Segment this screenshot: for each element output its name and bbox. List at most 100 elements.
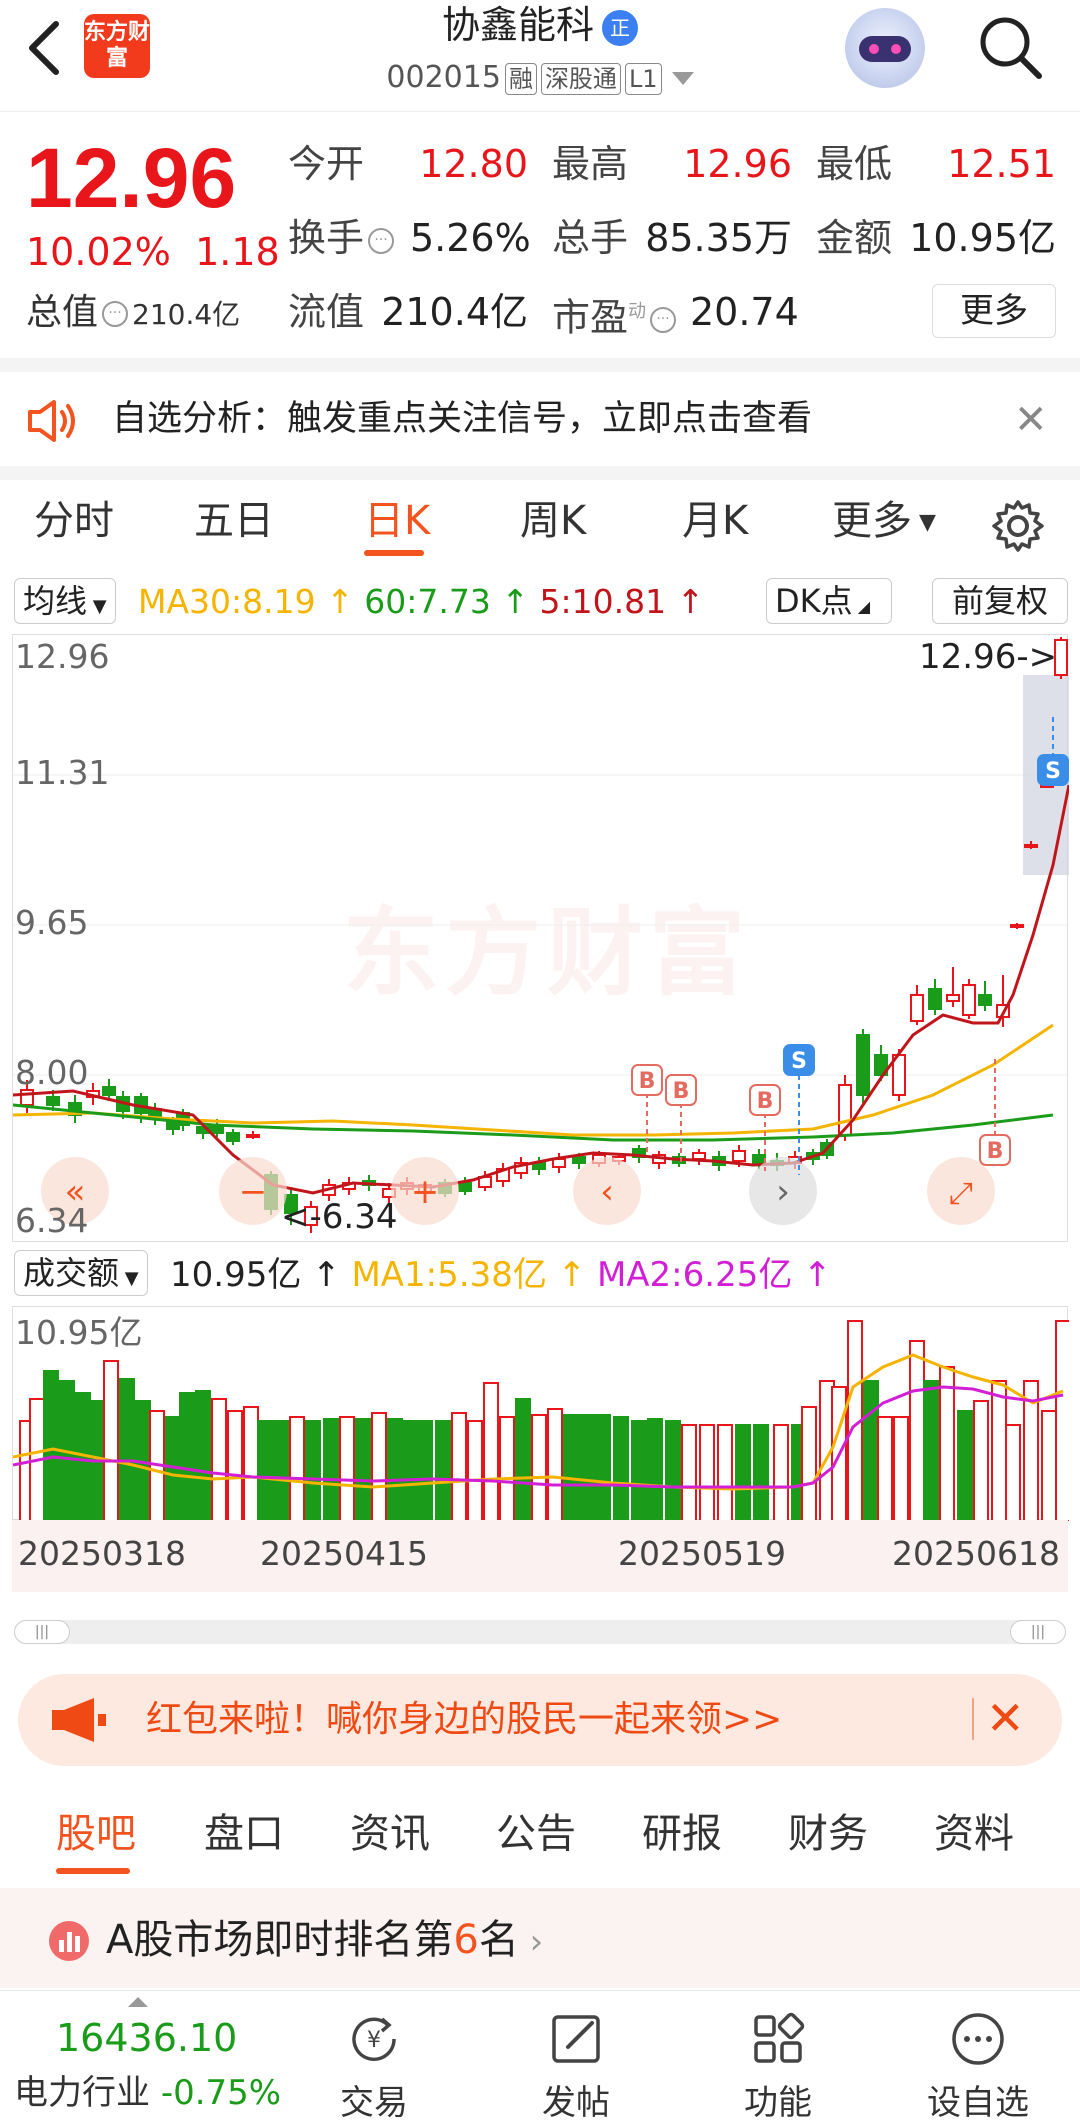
analysis-notice[interactable]: 自选分析：触发重点关注信号，立即点击查看 ✕	[0, 374, 1080, 466]
add-watchlist-button[interactable]: 设自选	[908, 1991, 1048, 2125]
more-stats-button[interactable]: 更多	[932, 284, 1056, 338]
volume-bar	[371, 1412, 387, 1521]
total-value-label: 总值	[26, 292, 99, 333]
volume-bar	[909, 1340, 925, 1521]
indicator-row: 均线 ▼ MA30:8.19 ↑ 60:7.73 ↑ 5:10.81 ↑ DK点…	[0, 572, 1080, 632]
tab-finance[interactable]: 财务	[788, 1808, 868, 1860]
volume-select[interactable]: 成交额 ▼	[14, 1250, 148, 1296]
stat-label-volume: 总手	[552, 216, 629, 260]
volume-bar	[435, 1420, 451, 1521]
volume-bar	[451, 1412, 467, 1521]
volume-bar	[387, 1418, 403, 1521]
info-icon[interactable]: ···	[368, 227, 395, 254]
tab-forum[interactable]: 股吧	[56, 1808, 136, 1860]
notice-close-icon[interactable]: ✕	[1014, 398, 1048, 442]
volume-values: 10.95亿 ↑ MA1:5.38亿 ↑ MA2:6.25亿 ↑	[170, 1255, 832, 1295]
trade-yen-icon: ¥	[352, 2017, 396, 2061]
y-axis-label: 9.65	[15, 903, 89, 942]
svg-text:‹: ‹	[600, 1172, 614, 1212]
chevron-down-icon[interactable]	[671, 72, 694, 85]
tab-daily-k[interactable]: 日K	[364, 496, 430, 546]
date-label: 20250415	[260, 1534, 428, 1573]
chart-scrollbar[interactable]: ||| |||	[14, 1620, 1066, 1644]
adjust-select[interactable]: 前复权	[932, 578, 1068, 624]
volume-max-label: 10.95亿	[15, 1313, 143, 1352]
tab-weekly-k[interactable]: 周K	[520, 496, 586, 546]
megaphone-icon	[52, 1698, 106, 1742]
candle	[962, 984, 976, 1016]
header-bar: 协鑫能科正 002015 融深股通 L1 东方财富	[0, 0, 1080, 112]
tab-intraday[interactable]: 分时	[34, 496, 114, 546]
candle	[928, 988, 942, 1010]
volume-bar	[547, 1408, 563, 1521]
search-button[interactable]	[975, 12, 1045, 82]
content-tabs: 股吧 盘口 资讯 公告 研报 财务 资料	[0, 1796, 1080, 1886]
volume-bar	[753, 1424, 769, 1521]
tab-monthly-k[interactable]: 月K	[682, 496, 748, 546]
market-rank-banner[interactable]: A股市场即时排名第6名 ›	[0, 1888, 1080, 1988]
edit-icon	[552, 2015, 600, 2063]
candle	[226, 1132, 240, 1142]
tab-more[interactable]: 更多 ▼	[832, 496, 936, 548]
info-icon[interactable]: ···	[102, 301, 129, 327]
industry-index[interactable]: 16436.10 电力行业 -0.75%	[0, 1991, 290, 2125]
change-percent: 10.02%	[26, 230, 171, 274]
info-icon[interactable]: ···	[650, 307, 677, 334]
tab-orderbook[interactable]: 盘口	[204, 1808, 284, 1860]
scroll-handle-right[interactable]: |||	[1010, 1620, 1066, 1644]
volume-bar	[957, 1410, 973, 1521]
tab-announcements[interactable]: 公告	[496, 1808, 576, 1860]
stat-label-open: 今开	[288, 142, 365, 186]
notice-text: 自选分析：触发重点关注信号，立即点击查看	[112, 399, 813, 439]
volume-bar	[735, 1424, 751, 1521]
ma-select[interactable]: 均线 ▼	[14, 578, 116, 624]
settings-gear-icon[interactable]	[990, 498, 1046, 554]
ma30-value: MA30:8.19	[138, 582, 316, 621]
tab-news[interactable]: 资讯	[350, 1808, 430, 1860]
stat-label-float-value: 流值	[288, 290, 365, 334]
trade-button[interactable]: ¥ 交易	[304, 1991, 444, 2125]
tab-five-day[interactable]: 五日	[194, 496, 274, 546]
packet-close-icon[interactable]: ✕	[986, 1690, 1025, 1746]
kline-chart[interactable]: 东方财富 « − + ‹ › ⤢ BBBSBS 12.96 11.31 9.65…	[12, 634, 1069, 1242]
app-logo[interactable]: 东方财富	[84, 14, 150, 78]
volume-bar	[563, 1414, 579, 1521]
volume-bar	[773, 1424, 789, 1521]
volume-bar	[467, 1420, 483, 1521]
bottom-action-bar: 16436.10 电力行业 -0.75% ¥ 交易 发帖 功能 设自选	[0, 1990, 1080, 2125]
stat-label-amount: 金额	[816, 216, 893, 260]
stat-label-low: 最低	[816, 142, 893, 186]
price-change: 10.02% 1.18	[26, 228, 280, 276]
volume-bar	[801, 1406, 817, 1521]
stat-value-turnover: 5.26%	[410, 216, 531, 260]
tab-research[interactable]: 研报	[642, 1808, 722, 1860]
back-button[interactable]	[20, 18, 70, 78]
signal-label: B	[757, 1089, 774, 1114]
volume-bar	[257, 1420, 273, 1521]
y-axis-label: 8.00	[15, 1053, 89, 1092]
assistant-robot-icon[interactable]	[845, 8, 925, 88]
date-label: 20250519	[618, 1534, 786, 1573]
tab-profile[interactable]: 资料	[934, 1808, 1014, 1860]
volume-bar	[863, 1380, 879, 1521]
functions-button[interactable]: 功能	[708, 1991, 848, 2125]
svg-text:+: +	[411, 1172, 440, 1212]
dk-point-select[interactable]: DK点 ◢	[766, 578, 892, 624]
volume-chart[interactable]: 10.95亿	[12, 1306, 1069, 1521]
zheng-badge-icon: 正	[602, 9, 638, 46]
post-button[interactable]: 发帖	[506, 1991, 646, 2125]
volume-bar	[211, 1398, 227, 1521]
svg-text:¥: ¥	[367, 2028, 381, 2053]
active-tab-indicator	[364, 550, 424, 556]
signal-label: S	[791, 1049, 807, 1074]
red-packet-banner[interactable]: 红包来啦！喊你身边的股民一起来领>> ✕	[18, 1674, 1062, 1766]
volume-bar	[289, 1416, 305, 1521]
section-divider	[0, 358, 1080, 372]
volume-bar	[877, 1416, 893, 1521]
volume-bar	[499, 1416, 515, 1521]
stock-name: 协鑫能科	[441, 3, 594, 47]
volume-bar	[243, 1406, 259, 1521]
tag-margin: 融	[504, 62, 537, 95]
divider	[972, 1698, 974, 1740]
scroll-handle-left[interactable]: |||	[14, 1620, 70, 1644]
